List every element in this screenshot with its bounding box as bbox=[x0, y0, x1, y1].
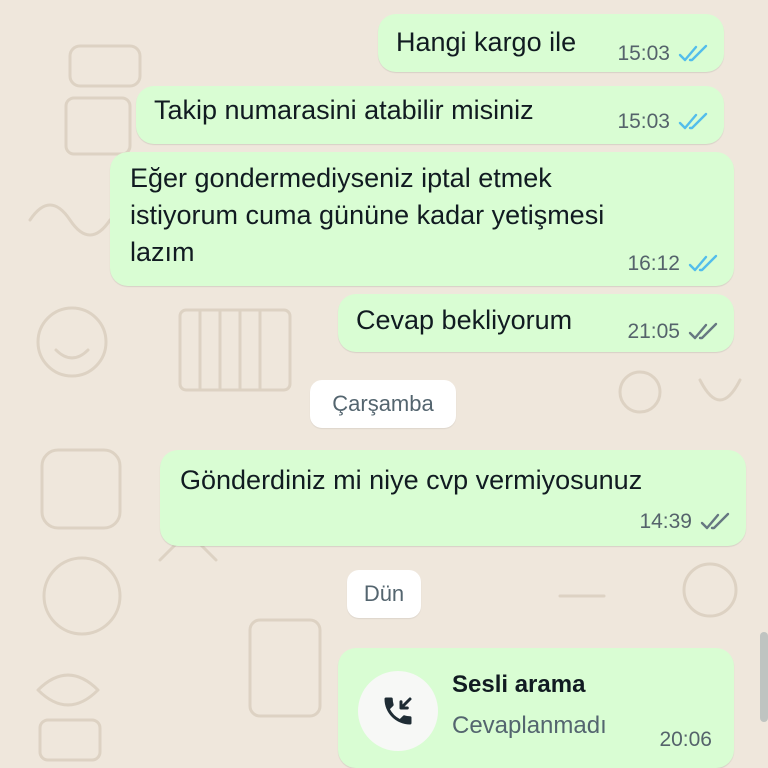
read-ticks-icon bbox=[688, 254, 718, 272]
message-bubble[interactable]: Hangi kargo ile 15:03 bbox=[378, 14, 724, 72]
delivered-ticks-icon bbox=[700, 512, 730, 530]
message-meta: 15:03 bbox=[617, 110, 710, 134]
scrollbar-thumb[interactable] bbox=[760, 632, 768, 722]
chat-messages: Hangi kargo ile 15:03 Takip numarasini a… bbox=[0, 0, 768, 768]
call-meta: 20:06 bbox=[659, 728, 712, 752]
message-bubble[interactable]: Eğer gondermediyseniz iptal etmek istiyo… bbox=[110, 152, 734, 286]
date-chip-wednesday: Çarşamba bbox=[310, 380, 456, 428]
missed-call-icon bbox=[384, 697, 412, 725]
call-bubble[interactable]: Sesli arama Cevaplanmadı 20:06 bbox=[338, 648, 734, 768]
missed-call-icon-wrap bbox=[358, 671, 438, 751]
message-text-line: istiyorum cuma gününe kadar yetişmesi bbox=[130, 200, 605, 230]
message-bubble[interactable]: Cevap bekliyorum 21:05 bbox=[338, 294, 734, 352]
message-bubble[interactable]: Gönderdiniz mi niye cvp vermiyosunuz 14:… bbox=[160, 450, 746, 546]
message-bubble[interactable]: Takip numarasini atabilir misiniz 15:03 bbox=[136, 86, 724, 144]
message-text: Cevap bekliyorum bbox=[356, 305, 573, 335]
read-ticks-icon bbox=[678, 112, 708, 130]
message-text: Hangi kargo ile bbox=[396, 27, 577, 57]
delivered-ticks-icon bbox=[688, 322, 718, 340]
message-time: 14:39 bbox=[639, 510, 692, 533]
message-time: 15:03 bbox=[617, 42, 670, 65]
message-meta: 15:03 bbox=[617, 42, 710, 66]
read-ticks-icon bbox=[678, 44, 708, 62]
date-chip-yesterday: Dün bbox=[347, 570, 421, 618]
message-time: 16:12 bbox=[627, 252, 680, 275]
message-text: Gönderdiniz mi niye cvp vermiyosunuz bbox=[180, 465, 643, 495]
message-time: 15:03 bbox=[617, 110, 670, 133]
message-time: 21:05 bbox=[627, 320, 680, 343]
call-title: Sesli arama bbox=[452, 671, 586, 698]
message-meta: 16:12 bbox=[627, 252, 720, 276]
message-meta: 21:05 bbox=[627, 320, 720, 344]
message-text: Takip numarasini atabilir misiniz bbox=[154, 95, 534, 125]
message-meta: 14:39 bbox=[639, 510, 732, 534]
call-status: Cevaplanmadı bbox=[452, 712, 607, 739]
call-time: 20:06 bbox=[659, 728, 712, 751]
message-text-line: lazım bbox=[130, 237, 195, 267]
message-text-line: Eğer gondermediyseniz iptal etmek bbox=[130, 163, 552, 193]
